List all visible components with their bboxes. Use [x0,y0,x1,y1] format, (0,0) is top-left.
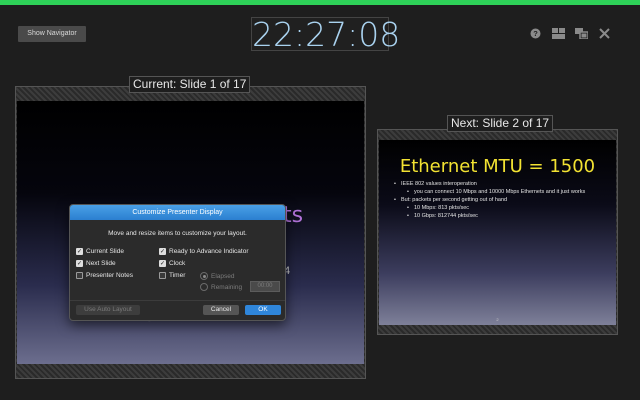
close-icon[interactable] [597,26,611,40]
checkbox-label: Timer [169,272,186,279]
radio-label: Elapsed [211,272,235,280]
next-slide-title: Ethernet MTU = 1500 [399,156,596,177]
checkbox-box [159,272,166,279]
check-icon: ✓ [159,248,166,255]
customize-presenter-dialog: Customize Presenter Display Move and res… [69,204,286,321]
radio-label: Remaining [211,283,243,291]
current-slide-label: Current: Slide 1 of 17 [129,76,251,93]
checkbox-label: Presenter Notes [86,272,133,279]
checkbox-label: Clock [169,260,186,267]
radio-dot [200,272,208,280]
next-slide-bullets: IEEE 802 values interoperation you can c… [391,180,606,220]
top-accent-bar [0,0,640,5]
layout-icon[interactable] [551,26,565,40]
ready-indicator-checkbox[interactable]: ✓ Ready to Advance Indicator [159,248,249,255]
remaining-radio[interactable]: Remaining [200,283,242,291]
check-icon: ✓ [76,260,83,267]
next-slide-bullet: you can connect 10 Mbps and 10000 Mbps E… [391,188,606,196]
windows-icon[interactable] [574,26,588,40]
use-auto-layout-button[interactable]: Use Auto Layout [76,305,140,315]
clock-display: 22:27:08 [251,15,401,54]
radio-dot [200,283,208,291]
checkbox-label: Next Slide [86,260,116,267]
next-slide-bullet: 10 Mbps: 813 pkts/sec [391,204,606,212]
check-icon: ✓ [76,248,83,255]
remaining-time-field[interactable]: 00:00 [250,281,280,292]
cancel-button[interactable]: Cancel [203,305,239,315]
svg-text:?: ? [533,29,538,38]
timer-checkbox[interactable]: Timer [159,272,185,279]
clock-checkbox[interactable]: ✓ Clock [159,260,185,267]
check-icon: ✓ [159,260,166,267]
next-slide-label: Next: Slide 2 of 17 [447,115,554,132]
next-slide: Ethernet MTU = 1500 IEEE 802 values inte… [379,140,616,325]
presenter-notes-checkbox[interactable]: Presenter Notes [76,272,133,279]
current-slide-title-fragment: ts [283,203,304,228]
next-slide-checkbox[interactable]: ✓ Next Slide [76,260,116,267]
ok-button[interactable]: OK [245,305,281,315]
next-slide-bullet: But: packets per second getting out of h… [391,196,606,204]
show-navigator-button[interactable]: Show Navigator [18,26,86,42]
toolbar-icons: ? [528,26,611,40]
checkbox-label: Current Slide [86,248,124,255]
next-slide-bullet: 10 Gbps: 812744 pkts/sec [391,212,606,220]
dialog-divider [70,300,285,301]
checkbox-box [76,272,83,279]
elapsed-radio[interactable]: Elapsed [200,272,235,280]
dialog-subtitle: Move and resize items to customize your … [108,230,247,237]
checkbox-label: Ready to Advance Indicator [169,248,249,255]
current-slide-checkbox[interactable]: ✓ Current Slide [76,248,124,255]
next-slide-bullet: IEEE 802 values interoperation [391,180,606,188]
help-icon[interactable]: ? [528,26,542,40]
next-slide-page-number: 2 [496,317,499,322]
dialog-title: Customize Presenter Display [70,205,285,220]
